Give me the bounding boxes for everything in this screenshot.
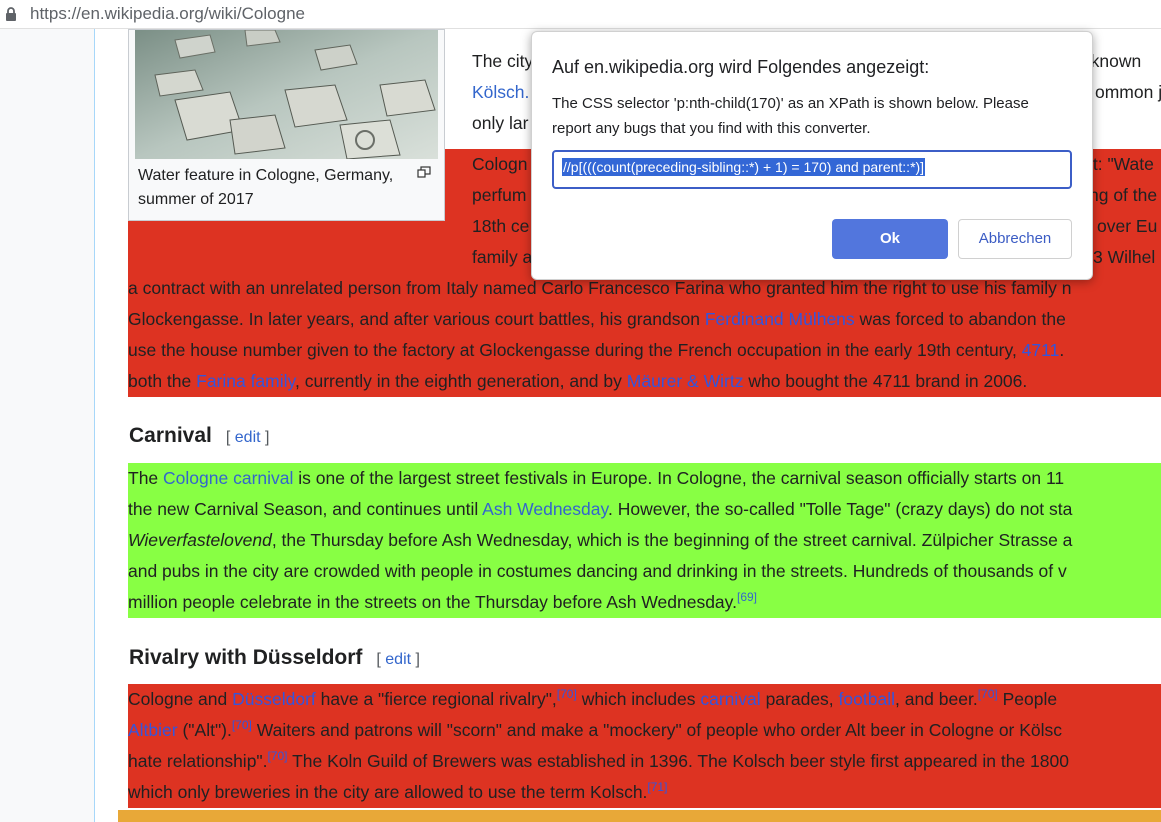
link-maurer-wirtz[interactable]: Mäurer & Wirtz xyxy=(627,371,744,391)
link-football[interactable]: football xyxy=(839,689,895,709)
ref-71[interactable]: [71] xyxy=(647,780,667,794)
link-cologne-carnival[interactable]: Cologne carnival xyxy=(163,468,293,488)
paragraph-rivalry: Cologne and Düsseldorf have a "fierce re… xyxy=(128,684,1161,808)
link-altbier[interactable]: Altbier xyxy=(128,720,178,740)
xpath-input-value: //p[(((count(preceding-sibling::*) + 1) … xyxy=(562,158,926,176)
ref-70b[interactable]: [70] xyxy=(978,687,998,701)
ok-button[interactable]: Ok xyxy=(832,219,948,259)
cancel-button[interactable]: Abbrechen xyxy=(958,219,1072,259)
edit-link-carnival[interactable]: edit xyxy=(235,429,261,446)
link-farina-family[interactable]: Farina family xyxy=(196,371,295,391)
paragraph-carnival: The Cologne carnival is one of the large… xyxy=(128,463,1161,618)
ref-69[interactable]: [69] xyxy=(737,590,757,604)
link-ash-wednesday[interactable]: Ash Wednesday xyxy=(482,499,608,519)
enlarge-icon[interactable] xyxy=(417,166,431,178)
url-text[interactable]: https://en.wikipedia.org/wiki/Cologne xyxy=(30,4,305,24)
link-carnival[interactable]: carnival xyxy=(700,689,760,709)
link-ferdinand-mulhens[interactable]: Ferdinand Mülhens xyxy=(705,309,855,329)
xpath-input[interactable]: //p[(((count(preceding-sibling::*) + 1) … xyxy=(552,150,1072,189)
heading-rivalry: Rivalry with Düsseldorf[ edit ] xyxy=(129,646,420,669)
ref-70a[interactable]: [70] xyxy=(557,687,577,701)
link-dusseldorf[interactable]: Düsseldorf xyxy=(232,689,316,709)
lock-icon xyxy=(6,7,16,21)
dialog-title: Auf en.wikipedia.org wird Folgendes ange… xyxy=(552,57,930,77)
figure-water-feature: Water feature in Cologne, Germany, summe… xyxy=(128,29,445,221)
ref-70c[interactable]: [70] xyxy=(232,718,252,732)
water-feature-image[interactable] xyxy=(135,30,438,159)
highlighted-block-edge xyxy=(118,810,1161,822)
left-sidebar xyxy=(0,29,95,822)
link-4711[interactable]: 4711 xyxy=(1022,340,1060,360)
figure-caption: Water feature in Cologne, Germany, summe… xyxy=(138,167,394,208)
address-bar[interactable]: https://en.wikipedia.org/wiki/Cologne xyxy=(0,0,1161,29)
ref-70d[interactable]: [70] xyxy=(268,749,288,763)
prompt-dialog: Auf en.wikipedia.org wird Folgendes ange… xyxy=(531,31,1093,280)
heading-carnival: Carnival[ edit ] xyxy=(129,424,270,447)
dialog-message: The CSS selector 'p:nth-child(170)' as a… xyxy=(552,95,1029,137)
edit-link-rivalry[interactable]: edit xyxy=(385,651,411,668)
link-kolsch[interactable]: Kölsch. xyxy=(472,82,529,102)
